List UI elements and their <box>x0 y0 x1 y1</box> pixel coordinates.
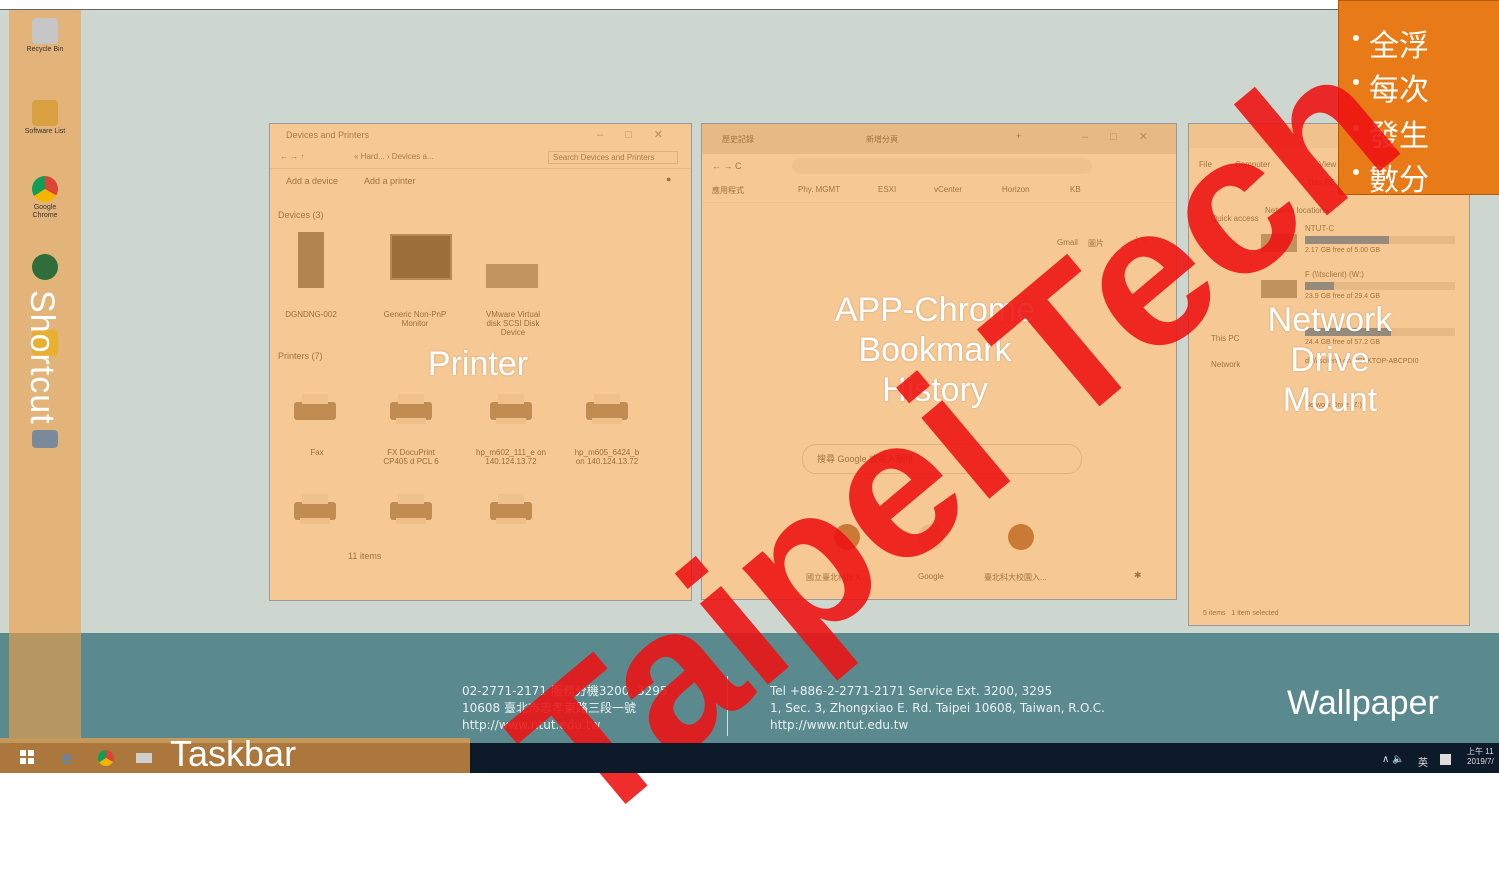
printer-annotation-label: Printer <box>427 345 529 383</box>
google-chrome-icon <box>32 176 58 202</box>
desktop-icon-software-list[interactable]: Software List <box>22 100 68 136</box>
tab-new-tab[interactable]: 新增分頁 <box>866 134 898 145</box>
internet-explorer-icon[interactable]: e <box>62 749 78 767</box>
bookmark-esxi[interactable]: ESXI <box>878 185 896 194</box>
desktop-icon-label: Software List <box>24 128 66 135</box>
device-label[interactable]: DGNDNG-002 <box>276 310 346 319</box>
tray-icons[interactable]: ∧ 🔈 <box>1382 754 1405 765</box>
printer-icon <box>488 494 534 524</box>
taskbar-annotation-label: Taskbar <box>170 733 297 774</box>
tab-history[interactable]: 歷史記錄 <box>722 134 754 145</box>
printer-label[interactable]: FX DocuPrint CP405 d PCL 6 <box>376 448 446 466</box>
desktop-icon-label: Recycle Bin <box>26 46 64 53</box>
address-bar-row: ← → ↑ « Hard... › Devices a... Search De… <box>270 146 691 169</box>
monitor-icon <box>390 234 452 280</box>
bookmark-vcenter[interactable]: vCenter <box>934 185 962 194</box>
chrome-taskbar-icon[interactable] <box>98 750 114 766</box>
help-icon[interactable]: ● <box>666 174 671 184</box>
new-tab-plus-icon[interactable]: + <box>1016 131 1021 141</box>
device-label[interactable]: Generic Non-PnP Monitor <box>380 310 450 328</box>
desktop-icon-ntut[interactable] <box>22 430 68 448</box>
nav-arrows-icon[interactable]: ← → C <box>712 161 742 171</box>
explorer-status-bar: 5 items 1 item selected <box>1203 610 1279 617</box>
shortcut-annotation-label: Shortcut <box>23 290 61 425</box>
bookmark-apps[interactable]: 應用程式 <box>712 185 744 196</box>
omnibox[interactable] <box>792 158 1092 174</box>
nav-arrows-icon[interactable]: ← → ↑ <box>280 152 304 161</box>
breadcrumb[interactable]: « Hard... › Devices a... <box>354 152 434 161</box>
app-shortcut-icon <box>32 254 58 280</box>
window-titlebar[interactable]: Devices and Printers –□✕ <box>270 124 691 146</box>
file-explorer-taskbar-icon[interactable] <box>136 753 152 763</box>
chrome-tab-strip: 歷史記錄 新增分頁 + –□✕ <box>702 124 1176 154</box>
ntut-icon <box>32 430 58 448</box>
printer-icon <box>488 394 534 424</box>
printer-icon <box>584 394 630 424</box>
software-list-icon <box>32 100 58 126</box>
window-controls[interactable]: –□✕ <box>597 124 685 146</box>
bookmark-horizon[interactable]: Horizon <box>1002 185 1030 194</box>
printer-icon <box>388 494 434 524</box>
network-label-line: Drive <box>1290 341 1370 379</box>
network-label-line: Mount <box>1282 381 1378 419</box>
window-title: Devices and Printers <box>286 130 370 140</box>
input-language-indicator[interactable]: 英 <box>1418 754 1428 769</box>
command-bar: Add a device Add a printer ● <box>270 169 691 193</box>
recycle-bin-icon <box>32 18 58 44</box>
drive-free-space: 23.9 GB free of 29.4 GB <box>1305 293 1381 300</box>
gear-icon[interactable]: ✱ <box>1134 570 1142 581</box>
search-input[interactable]: Search Devices and Printers <box>548 151 678 164</box>
desktop-icon-google-chrome[interactable]: Google Chrome <box>22 176 68 220</box>
notice-item: 全浮 <box>1353 21 1429 65</box>
devices-group-header[interactable]: Devices (3) <box>278 210 324 220</box>
printer-icon <box>292 494 338 524</box>
add-device-button[interactable]: Add a device <box>286 176 338 186</box>
desktop-icon-recycle-bin[interactable]: Recycle Bin <box>22 18 68 54</box>
notification-icon[interactable] <box>1440 754 1451 765</box>
device-label[interactable]: VMware Virtual disk SCSI Disk Device <box>478 310 548 337</box>
desktop-icon-app[interactable] <box>22 254 68 280</box>
printer-label[interactable]: Fax <box>282 448 352 457</box>
bookmark-phy-mgmt[interactable]: Phy. MGMT <box>798 185 840 194</box>
desktop-icon-label: Google Chrome <box>32 204 58 219</box>
footer-address-en: 1, Sec. 3, Zhongxiao E. Rd. Taipei 10608… <box>770 701 1105 715</box>
add-printer-button[interactable]: Add a printer <box>364 176 416 186</box>
disk-drive-icon <box>486 264 538 288</box>
clock[interactable]: 上午 11 2019/7/ <box>1467 747 1494 767</box>
status-bar-count: 11 items <box>348 551 382 561</box>
printer-label[interactable]: hp_m605_6424_b on 140.124.13.72 <box>572 448 642 466</box>
wallpaper-annotation-label: Wallpaper <box>1287 684 1439 722</box>
drive-usage-bar <box>1305 282 1455 290</box>
clock-date: 2019/7/ <box>1467 757 1494 766</box>
printer-label[interactable]: hp_m602_111_e on 140.124.13.72 <box>476 448 546 466</box>
shortcut-tile-label[interactable]: 臺北科大校園入... <box>984 572 1047 583</box>
footer-url-right: http://www.ntut.edu.tw <box>770 718 909 732</box>
windows-start-icon[interactable] <box>20 750 36 766</box>
notice-item: 每次 <box>1353 65 1429 109</box>
clock-time: 上午 11 <box>1467 747 1494 756</box>
printers-group-header[interactable]: Printers (7) <box>278 351 323 361</box>
printer-icon <box>388 394 434 424</box>
fax-icon <box>292 394 338 424</box>
computer-tower-icon <box>298 232 324 288</box>
